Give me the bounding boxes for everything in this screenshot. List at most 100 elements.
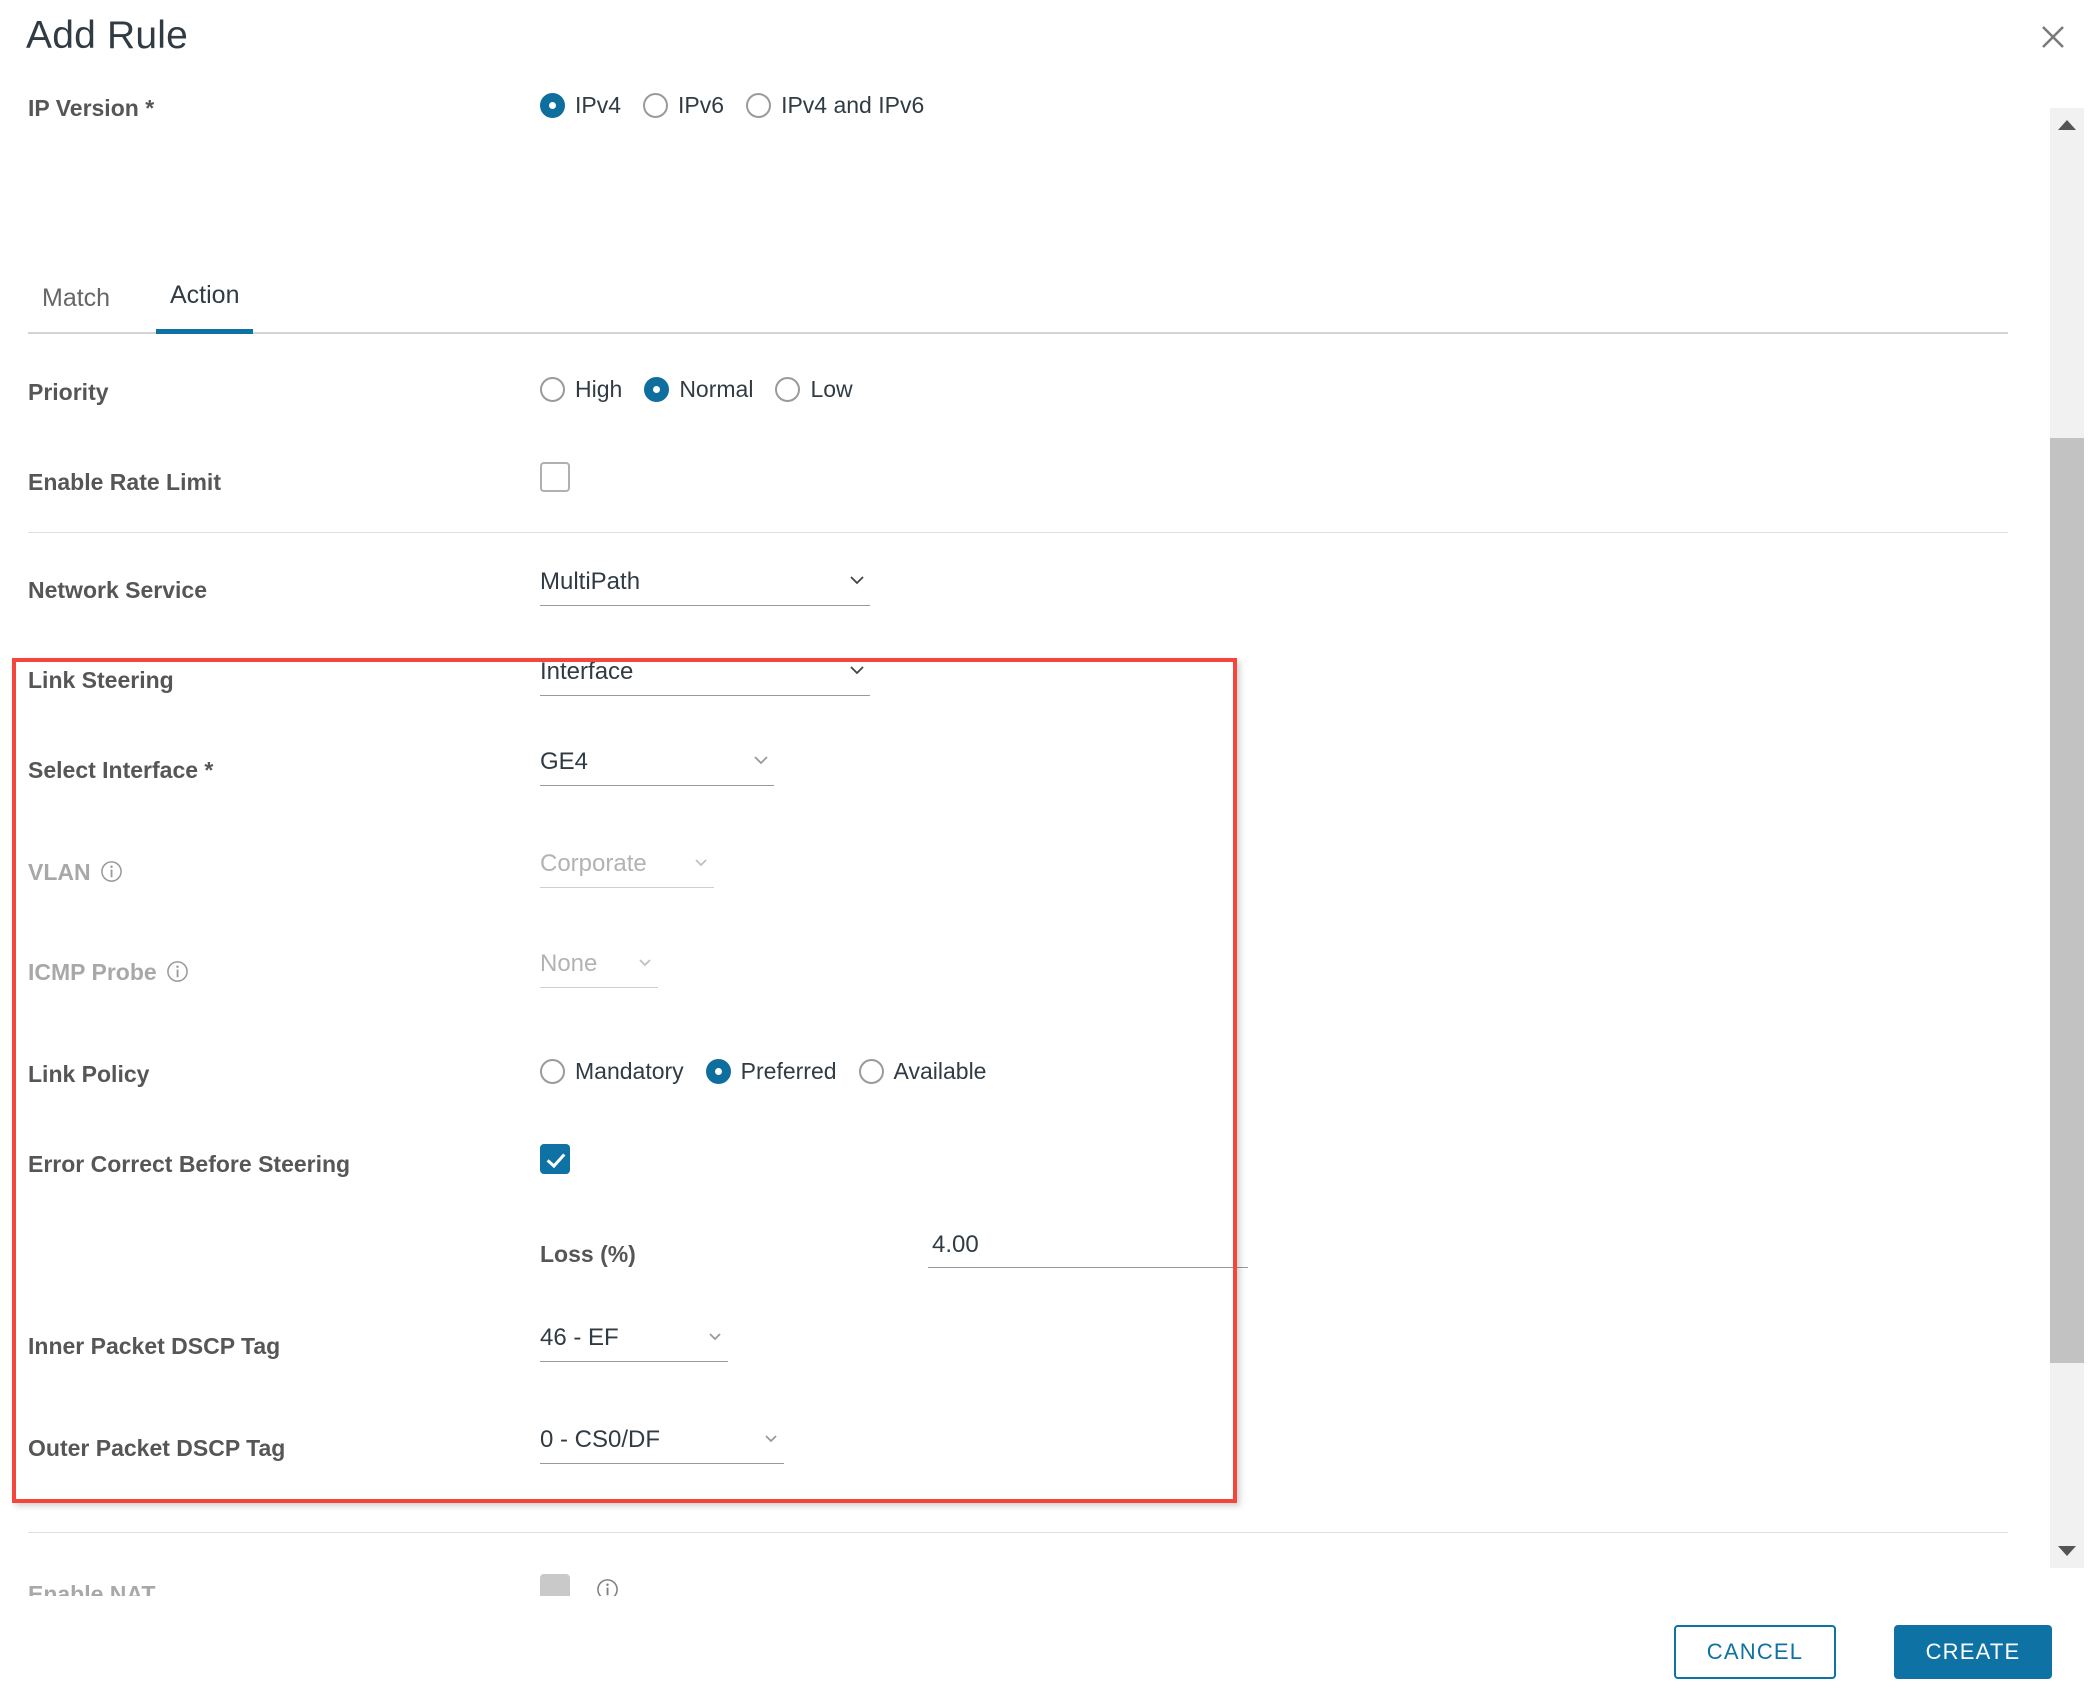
radio-priority-low[interactable]: Low bbox=[775, 376, 853, 403]
icmp-probe-value: None bbox=[540, 950, 598, 977]
info-icon[interactable] bbox=[166, 960, 189, 983]
radio-link-policy-mandatory-indicator[interactable] bbox=[540, 1059, 565, 1084]
outer-dscp-select[interactable]: 0 - CS0/DF bbox=[540, 1420, 784, 1464]
radio-ipv6-indicator[interactable] bbox=[643, 93, 669, 118]
priority-label: Priority bbox=[28, 379, 109, 405]
scrollbar-thumb[interactable] bbox=[2050, 438, 2084, 1363]
radio-priority-low-indicator[interactable] bbox=[775, 377, 801, 402]
link-policy-radio-group: Mandatory Preferred Available bbox=[540, 1058, 1008, 1085]
vertical-scrollbar[interactable] bbox=[2050, 108, 2084, 1568]
vlan-select-wrap: Corporate bbox=[540, 844, 714, 888]
cancel-button[interactable]: CANCEL bbox=[1674, 1625, 1836, 1679]
enable-rate-limit-checkbox-wrap bbox=[540, 462, 570, 497]
vlan-value: Corporate bbox=[540, 850, 647, 877]
create-button[interactable]: CREATE bbox=[1894, 1625, 2052, 1679]
radio-ipv4-and-ipv6-indicator[interactable] bbox=[746, 93, 772, 118]
network-service-label: Network Service bbox=[28, 577, 207, 603]
inner-dscp-value: 46 - EF bbox=[540, 1324, 619, 1351]
chevron-down-icon bbox=[709, 1333, 721, 1341]
icmp-probe-label: ICMP Probe bbox=[28, 956, 189, 988]
outer-dscp-select-wrap: 0 - CS0/DF bbox=[540, 1420, 784, 1464]
network-service-value: MultiPath bbox=[540, 568, 641, 595]
info-icon[interactable] bbox=[100, 860, 123, 883]
vlan-label-text: VLAN bbox=[28, 859, 91, 885]
vlan-label: VLAN bbox=[28, 856, 123, 888]
radio-priority-high-label: High bbox=[575, 376, 623, 402]
radio-ipv4-and-ipv6[interactable]: IPv4 and IPv6 bbox=[746, 92, 924, 119]
enable-rate-limit-checkbox[interactable] bbox=[540, 462, 570, 492]
tab-match[interactable]: Match bbox=[28, 282, 124, 332]
tab-bar: Match Action bbox=[28, 250, 2008, 334]
field-row-link-steering: Link Steering Interface bbox=[0, 658, 2030, 724]
radio-link-policy-available[interactable]: Available bbox=[858, 1058, 987, 1085]
radio-priority-normal[interactable]: Normal bbox=[644, 376, 753, 403]
dialog-body: IP Version * IPv4 IPv6 IPv4 and IPv6 Mat… bbox=[0, 78, 2030, 1596]
dialog-title: Add Rule bbox=[26, 14, 189, 57]
close-icon[interactable] bbox=[2030, 14, 2076, 60]
inner-dscp-select[interactable]: 46 - EF bbox=[540, 1318, 728, 1362]
radio-priority-normal-indicator[interactable] bbox=[644, 377, 670, 402]
field-row-icmp-probe: ICMP Probe None bbox=[0, 950, 2030, 1016]
radio-link-policy-available-indicator[interactable] bbox=[858, 1059, 884, 1084]
info-icon[interactable] bbox=[596, 1578, 619, 1597]
radio-link-policy-preferred-label: Preferred bbox=[740, 1058, 837, 1084]
radio-link-policy-available-label: Available bbox=[893, 1058, 987, 1084]
link-steering-label: Link Steering bbox=[28, 667, 174, 693]
loss-input-wrap bbox=[928, 1224, 1248, 1268]
chevron-down-icon bbox=[639, 959, 651, 967]
radio-link-policy-mandatory[interactable]: Mandatory bbox=[540, 1058, 684, 1085]
link-steering-select[interactable]: Interface bbox=[540, 652, 870, 696]
field-row-error-correct-before-steering: Error Correct Before Steering bbox=[0, 1144, 2030, 1208]
divider-bottom bbox=[28, 1532, 2008, 1533]
network-service-select[interactable]: MultiPath bbox=[540, 562, 870, 606]
error-correct-before-steering-label: Error Correct Before Steering bbox=[28, 1151, 351, 1177]
radio-ipv4-and-ipv6-label: IPv4 and IPv6 bbox=[781, 92, 925, 118]
enable-rate-limit-label: Enable Rate Limit bbox=[28, 469, 221, 495]
radio-link-policy-preferred-indicator[interactable] bbox=[705, 1059, 731, 1084]
radio-ipv4-label: IPv4 bbox=[575, 92, 622, 118]
priority-radio-group: High Normal Low bbox=[540, 376, 875, 403]
network-service-select-wrap: MultiPath bbox=[540, 562, 870, 606]
radio-ipv4-indicator[interactable] bbox=[540, 93, 565, 118]
radio-link-policy-preferred[interactable]: Preferred bbox=[705, 1058, 837, 1085]
link-steering-value: Interface bbox=[540, 658, 634, 685]
icmp-probe-label-text: ICMP Probe bbox=[28, 959, 157, 985]
chevron-down-icon bbox=[765, 1435, 777, 1443]
radio-priority-high-indicator[interactable] bbox=[540, 377, 565, 402]
loss-input[interactable] bbox=[928, 1224, 1248, 1268]
ip-version-label: IP Version * bbox=[28, 95, 155, 121]
link-steering-select-wrap: Interface bbox=[540, 652, 870, 696]
error-correct-before-steering-checkbox[interactable] bbox=[540, 1144, 570, 1174]
select-interface-value: GE4 bbox=[540, 748, 589, 775]
select-interface-select[interactable]: GE4 bbox=[540, 742, 774, 786]
divider-top bbox=[28, 532, 2008, 533]
vlan-select: Corporate bbox=[540, 844, 714, 888]
outer-dscp-value: 0 - CS0/DF bbox=[540, 1426, 661, 1453]
tab-action[interactable]: Action bbox=[156, 279, 254, 334]
field-row-vlan: VLAN Corporate bbox=[0, 850, 2030, 916]
field-row-enable-rate-limit: Enable Rate Limit bbox=[0, 462, 2030, 526]
scroll-down-button[interactable] bbox=[2050, 1534, 2084, 1568]
outer-dscp-label: Outer Packet DSCP Tag bbox=[28, 1435, 286, 1461]
chevron-down-icon bbox=[850, 576, 864, 585]
radio-priority-high[interactable]: High bbox=[540, 376, 622, 403]
chevron-down-icon bbox=[754, 756, 768, 765]
field-row-inner-dscp: Inner Packet DSCP Tag 46 - EF bbox=[0, 1324, 2030, 1390]
field-row-select-interface: Select Interface * GE4 bbox=[0, 748, 2030, 814]
inner-dscp-select-wrap: 46 - EF bbox=[540, 1318, 728, 1362]
field-row-outer-dscp: Outer Packet DSCP Tag 0 - CS0/DF bbox=[0, 1426, 2030, 1492]
radio-link-policy-mandatory-label: Mandatory bbox=[575, 1058, 684, 1084]
scroll-up-button[interactable] bbox=[2050, 108, 2084, 142]
field-row-ip-version: IP Version * IPv4 IPv6 IPv4 and IPv6 bbox=[0, 92, 2030, 152]
select-interface-label: Select Interface * bbox=[28, 757, 214, 783]
radio-priority-normal-label: Normal bbox=[679, 376, 754, 402]
loss-label: Loss (%) bbox=[540, 1241, 636, 1267]
radio-ipv4[interactable]: IPv4 bbox=[540, 92, 621, 119]
dialog-footer: CANCEL CREATE bbox=[0, 1597, 2100, 1705]
error-correct-checkbox-wrap bbox=[540, 1144, 570, 1179]
radio-ipv6-label: IPv6 bbox=[678, 92, 725, 118]
radio-ipv6[interactable]: IPv6 bbox=[643, 92, 724, 119]
ip-version-radio-group: IPv4 IPv6 IPv4 and IPv6 bbox=[540, 92, 946, 119]
field-row-enable-nat: Enable NAT bbox=[0, 1574, 2030, 1597]
inner-dscp-label: Inner Packet DSCP Tag bbox=[28, 1333, 281, 1359]
